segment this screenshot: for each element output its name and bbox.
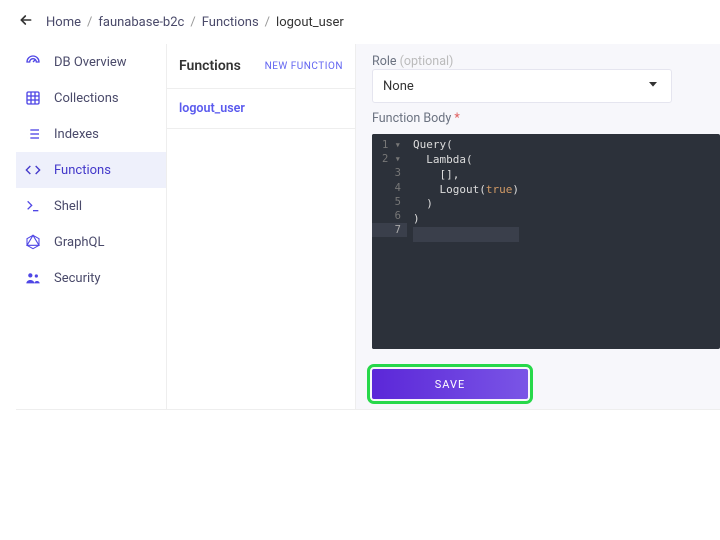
breadcrumb-functions[interactable]: Functions [202, 15, 259, 30]
breadcrumb-current: logout_user [276, 15, 344, 30]
editor-gutter: 1 ▾2 ▾3 4 5 6 7 [372, 134, 407, 349]
role-label-text: Role [372, 54, 397, 69]
functions-panel: Functions NEW FUNCTION logout_user [166, 44, 356, 409]
role-field: Role (optional) None [372, 54, 720, 103]
graphql-icon [24, 233, 42, 251]
functions-panel-header: Functions NEW FUNCTION [167, 44, 355, 89]
sidebar-item-indexes[interactable]: Indexes [16, 116, 166, 152]
sidebar-item-db-overview[interactable]: DB Overview [16, 44, 166, 80]
sidebar-item-label: GraphQL [54, 235, 104, 250]
sidebar-item-collections[interactable]: Collections [16, 80, 166, 116]
app-root: Home / faunabase-b2c / Functions / logou… [16, 0, 720, 410]
chevron-down-icon [645, 76, 661, 96]
sidebar-item-shell[interactable]: Shell [16, 188, 166, 224]
body-label: Function Body * [372, 111, 720, 126]
role-label: Role (optional) [372, 54, 720, 69]
sidebar-item-label: Security [54, 271, 101, 286]
back-button[interactable] [16, 12, 36, 32]
topbar: Home / faunabase-b2c / Functions / logou… [16, 0, 720, 44]
save-row: SAVE [372, 357, 720, 399]
breadcrumb-sep: / [265, 15, 270, 30]
arrow-left-icon [18, 12, 34, 32]
sidebar-item-label: Functions [54, 163, 111, 178]
breadcrumb-sep: / [87, 15, 92, 30]
grid-icon [24, 89, 42, 107]
sidebar-item-label: Shell [54, 199, 82, 214]
required-asterisk: * [451, 111, 459, 126]
code-editor[interactable]: 1 ▾2 ▾3 4 5 6 7 Query( Lambda( [], Logou… [372, 134, 720, 349]
breadcrumb-home[interactable]: Home [46, 15, 81, 30]
function-list-item[interactable]: logout_user [167, 89, 355, 129]
function-detail: Role (optional) None Function Body * 1 ▾… [356, 44, 720, 409]
role-optional: (optional) [400, 54, 454, 69]
role-select-value: None [383, 79, 414, 94]
sidebar-item-functions[interactable]: Functions [16, 152, 166, 188]
editor-code: Query( Lambda( [], Logout(true) )) [407, 134, 525, 349]
sidebar-item-label: DB Overview [54, 55, 127, 70]
gauge-icon [24, 53, 42, 71]
list-icon [24, 125, 42, 143]
breadcrumb: Home / faunabase-b2c / Functions / logou… [46, 15, 344, 30]
body-label-text: Function Body [372, 111, 451, 126]
sidebar-item-graphql[interactable]: GraphQL [16, 224, 166, 260]
sidebar-item-security[interactable]: Security [16, 260, 166, 296]
role-select[interactable]: None [372, 69, 672, 103]
users-icon [24, 269, 42, 287]
main: DB Overview Collections Indexes Function… [16, 44, 720, 409]
breadcrumb-db[interactable]: faunabase-b2c [98, 15, 184, 30]
save-button[interactable]: SAVE [372, 369, 528, 399]
terminal-icon [24, 197, 42, 215]
new-function-button[interactable]: NEW FUNCTION [265, 61, 343, 72]
functions-panel-title: Functions [179, 58, 241, 74]
sidebar-item-label: Collections [54, 91, 119, 106]
breadcrumb-sep: / [190, 15, 195, 30]
sidebar: DB Overview Collections Indexes Function… [16, 44, 166, 409]
sidebar-item-label: Indexes [54, 127, 99, 142]
code-icon [24, 161, 42, 179]
